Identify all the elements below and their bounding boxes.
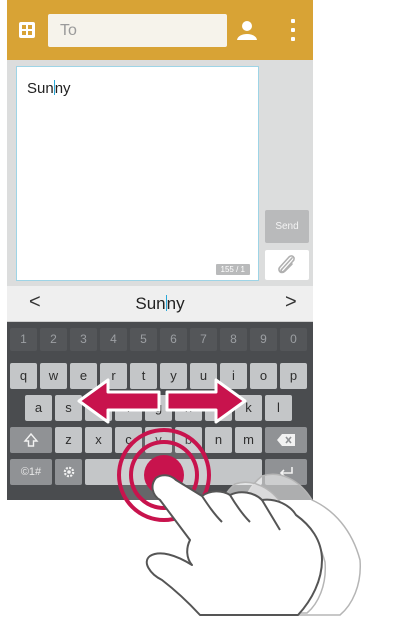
message-header: To: [7, 0, 313, 60]
key-v[interactable]: v: [145, 427, 172, 453]
key-6[interactable]: 6: [160, 328, 187, 351]
menu-icon[interactable]: [291, 19, 295, 41]
key-g[interactable]: g: [145, 395, 172, 421]
key-w[interactable]: w: [40, 363, 67, 389]
key-a[interactable]: a: [25, 395, 52, 421]
character-counter: 155 / 1: [215, 264, 250, 275]
shift-key[interactable]: [10, 427, 52, 453]
settings-key[interactable]: [55, 459, 82, 485]
key-r[interactable]: r: [100, 363, 127, 389]
enter-key[interactable]: [265, 459, 307, 485]
suggestion-bar: < Sunny >: [7, 286, 313, 322]
next-suggestion-button[interactable]: >: [285, 291, 297, 314]
recipient-input[interactable]: To: [48, 14, 227, 47]
apps-icon[interactable]: [19, 22, 35, 38]
key-o[interactable]: o: [250, 363, 277, 389]
key-c[interactable]: c: [115, 427, 142, 453]
key-9[interactable]: 9: [250, 328, 277, 351]
key-j[interactable]: j: [205, 395, 232, 421]
key-p[interactable]: p: [280, 363, 307, 389]
key-e[interactable]: e: [70, 363, 97, 389]
key-i[interactable]: i: [220, 363, 247, 389]
key-s[interactable]: s: [55, 395, 82, 421]
key-l[interactable]: l: [265, 395, 292, 421]
key-h[interactable]: h: [175, 395, 202, 421]
key-7[interactable]: 7: [190, 328, 217, 351]
key-b[interactable]: b: [175, 427, 202, 453]
key-u[interactable]: u: [190, 363, 217, 389]
key-x[interactable]: x: [85, 427, 112, 453]
key-f[interactable]: f: [115, 395, 142, 421]
key-0[interactable]: 0: [280, 328, 307, 351]
contact-icon[interactable]: [235, 18, 259, 42]
key-q[interactable]: q: [10, 363, 37, 389]
key-8[interactable]: 8: [220, 328, 247, 351]
send-button[interactable]: Send: [265, 210, 309, 243]
suggested-word[interactable]: Sunny: [7, 294, 313, 314]
paperclip-icon: [278, 255, 295, 274]
settings-icon: [63, 466, 74, 478]
key-y[interactable]: y: [160, 363, 187, 389]
keyboard: 1 2 3 4 5 6 7 8 9 0 q w e r t y u i o p …: [7, 322, 313, 500]
key-z[interactable]: z: [55, 427, 82, 453]
space-key[interactable]: [85, 459, 262, 485]
key-d[interactable]: d: [85, 395, 112, 421]
attach-button[interactable]: [265, 250, 309, 280]
enter-icon: [279, 467, 293, 477]
key-5[interactable]: 5: [130, 328, 157, 351]
key-1[interactable]: 1: [10, 328, 37, 351]
shift-icon: [23, 433, 39, 447]
backspace-icon: [277, 434, 295, 447]
key-m[interactable]: m: [235, 427, 262, 453]
compose-area: Sunny 155 / 1 Send: [7, 60, 313, 286]
key-t[interactable]: t: [130, 363, 157, 389]
backspace-key[interactable]: [265, 427, 307, 453]
key-k[interactable]: k: [235, 395, 262, 421]
key-n[interactable]: n: [205, 427, 232, 453]
key-3[interactable]: 3: [70, 328, 97, 351]
key-2[interactable]: 2: [40, 328, 67, 351]
message-text: Sunny: [27, 80, 71, 97]
phone-screen: To Sunny 155 / 1 Send < Sunny > 1 2 3 4 …: [7, 0, 313, 500]
key-4[interactable]: 4: [100, 328, 127, 351]
message-input[interactable]: Sunny 155 / 1: [16, 66, 259, 281]
symbols-key[interactable]: ©1#: [10, 459, 52, 485]
